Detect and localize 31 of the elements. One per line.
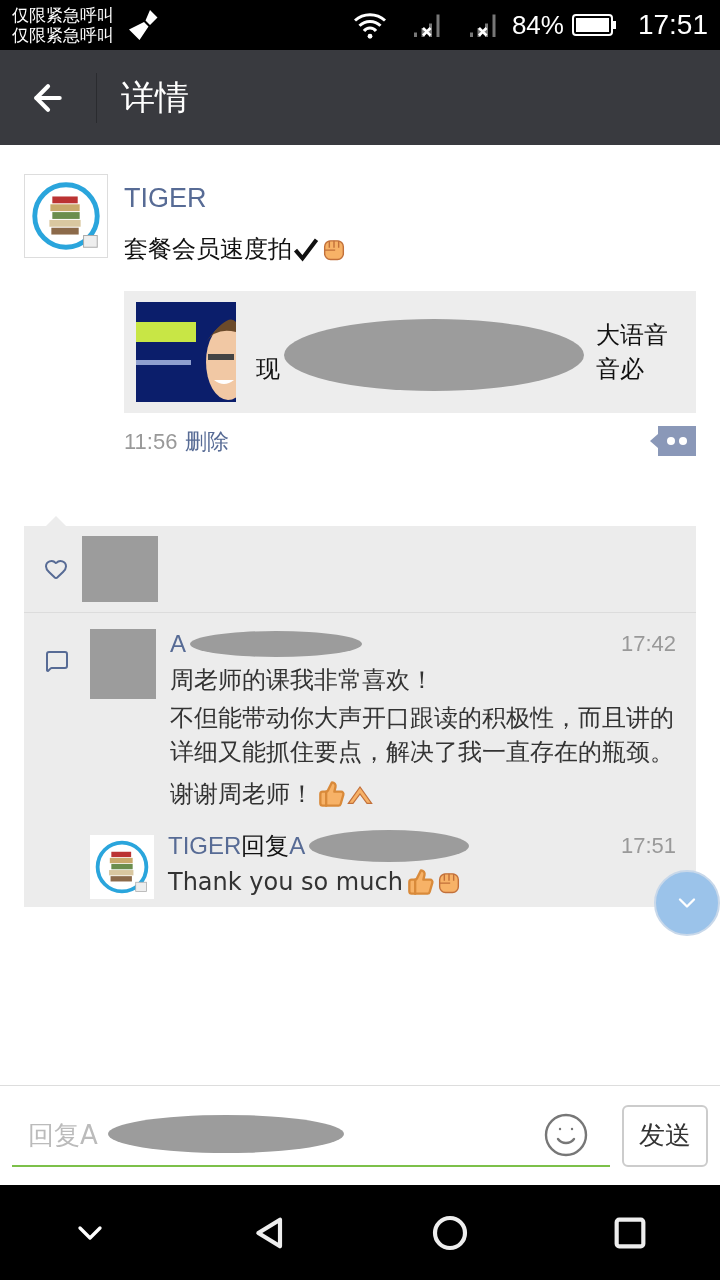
reply-label: 回复 [241, 830, 290, 862]
send-button[interactable]: 发送 [622, 1104, 708, 1167]
status-notice: 仅限紧急呼叫 [12, 5, 114, 25]
link-title: 大语音 [596, 319, 668, 351]
reply-input[interactable]: 回复A [12, 1104, 610, 1165]
comment-icon [45, 648, 69, 673]
comment-time: 17:42 [620, 630, 676, 658]
post-text: 套餐会员速度拍 [124, 233, 292, 265]
clock: 17:51 [637, 8, 708, 42]
thumbs-up-icon [318, 779, 346, 808]
page-title: 详情 [121, 76, 189, 119]
comment-menu-button[interactable] [650, 426, 696, 456]
thumbs-up-icon [406, 867, 435, 896]
status-notice: 仅限紧急呼叫 [12, 25, 114, 45]
link-title: 现 [256, 353, 280, 385]
link-title: 音必 [596, 353, 644, 385]
comment-text: 周老师的课我非常喜欢！ [170, 664, 434, 696]
book-stack-avatar [90, 834, 154, 899]
commenter-name[interactable]: A [289, 827, 306, 864]
comment-text: 不但能带动你大声开口跟读的积极性，而且讲的详细又能抓住要点，解决了我一直存在的瓶颈。 [170, 702, 675, 768]
battery-icon [571, 13, 618, 37]
comment-text: 谢谢周老师！ [170, 778, 314, 810]
link-card[interactable]: 大语音 现 音必 [124, 290, 696, 413]
battery-percent: 84% [511, 8, 564, 42]
post-time: 11:56 [124, 427, 178, 456]
delete-link[interactable]: 删除 [185, 424, 230, 458]
comment-time: 17:51 [620, 832, 676, 860]
author-name[interactable]: TIGER [124, 178, 696, 219]
commenter-name[interactable]: TIGER [168, 827, 242, 864]
comment-text: Thank you so much [168, 866, 403, 898]
commenter-name[interactable]: A [170, 625, 186, 662]
